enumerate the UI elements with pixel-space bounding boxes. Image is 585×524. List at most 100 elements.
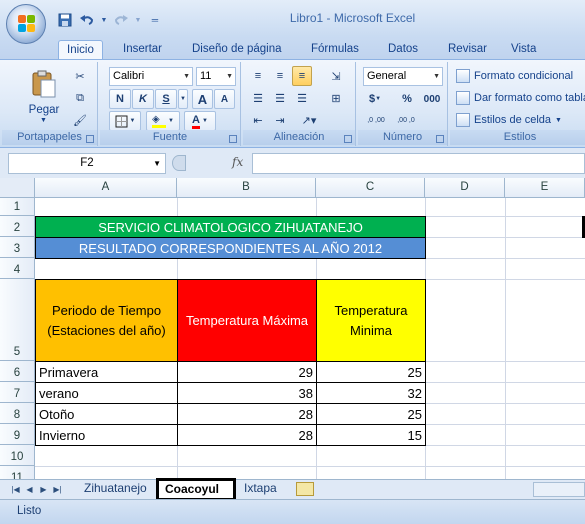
sheet-tab-zihuatanejo[interactable]: Zihuatanejo <box>78 480 153 498</box>
header-max-cell[interactable]: Temperatura Máxima <box>177 279 317 362</box>
tab-insertar[interactable]: Insertar <box>115 40 170 60</box>
shrink-font-button[interactable]: A <box>214 89 235 109</box>
worksheet-grid[interactable]: A B C D E 1 2 3 4 5 6 7 8 9 10 11 SERVIC… <box>0 178 585 479</box>
row-header-11[interactable]: 11 <box>0 466 35 479</box>
decrease-decimal-button[interactable]: ,00 ,0 <box>393 111 419 131</box>
season-cell[interactable]: Primavera <box>35 361 178 383</box>
conditional-format-button[interactable]: Formato condicional <box>456 69 573 83</box>
last-sheet-icon[interactable]: ▶| <box>52 483 63 496</box>
chevron-down-icon: ▼ <box>226 73 233 80</box>
font-name-combo[interactable]: Calibri ▼ <box>109 67 193 86</box>
tab-revisar[interactable]: Revisar <box>440 40 495 60</box>
min-temp-cell[interactable]: 25 <box>316 361 426 383</box>
header-period-cell[interactable]: Periodo de Tiempo (Estaciones del año) <box>35 279 178 362</box>
bold-button[interactable]: N <box>109 89 131 109</box>
row-header-5[interactable]: 5 <box>0 279 35 361</box>
name-box-value: F2 <box>80 157 94 169</box>
office-button[interactable] <box>6 4 46 44</box>
column-header-b[interactable]: B <box>177 178 316 198</box>
decrease-indent-icon[interactable]: ⇤ <box>248 110 268 130</box>
season-cell[interactable]: Invierno <box>35 424 178 446</box>
tab-vista[interactable]: Vista <box>503 40 544 60</box>
percent-button[interactable]: % <box>398 89 416 109</box>
italic-button[interactable]: K <box>132 89 154 109</box>
copy-icon[interactable]: ⧉ <box>70 88 90 108</box>
align-bottom-icon[interactable]: ≡ <box>292 66 312 86</box>
row-header-9[interactable]: 9 <box>0 424 35 445</box>
align-middle-icon[interactable]: ≡ <box>270 66 290 86</box>
max-temp-cell[interactable]: 38 <box>177 382 317 404</box>
max-temp-cell[interactable]: 28 <box>177 424 317 446</box>
format-painter-icon[interactable]: 🖌 <box>70 110 90 130</box>
increase-decimal-button[interactable]: ,0 ,00 <box>363 111 389 131</box>
row-header-10[interactable]: 10 <box>0 445 35 466</box>
season-cell[interactable]: Otoño <box>35 403 178 425</box>
row-header-2[interactable]: 2 <box>0 216 35 237</box>
season-cell[interactable]: verano <box>35 382 178 404</box>
zoom-handle-icon[interactable] <box>172 155 186 171</box>
font-launcher-icon[interactable] <box>229 135 237 143</box>
first-sheet-icon[interactable]: |◀ <box>10 483 21 496</box>
title-cell-row2[interactable]: SERVICIO CLIMATOLOGICO ZIHUATANEJO <box>35 216 426 238</box>
align-center-icon[interactable]: ☰ <box>270 88 290 108</box>
column-header-c[interactable]: C <box>316 178 425 198</box>
cell-styles-label: Estilos de celda <box>474 114 552 126</box>
formula-input[interactable] <box>252 153 585 174</box>
name-box[interactable]: F2 ▼ <box>8 153 166 174</box>
tab-diseno-pagina[interactable]: Diseño de página <box>184 40 290 60</box>
column-header-a[interactable]: A <box>35 178 177 198</box>
sheet-tab-ixtapa[interactable]: Ixtapa <box>238 480 283 498</box>
tab-formulas[interactable]: Fórmulas <box>303 40 367 60</box>
format-as-table-button[interactable]: Dar formato como tabla <box>456 91 585 105</box>
column-header-d[interactable]: D <box>425 178 505 198</box>
clipboard-launcher-icon[interactable] <box>86 135 94 143</box>
next-sheet-icon[interactable]: ▶ <box>38 483 49 496</box>
prev-sheet-icon[interactable]: ◀ <box>24 483 35 496</box>
paste-button[interactable]: Pegar ▼ <box>24 66 64 124</box>
min-temp-cell[interactable]: 15 <box>316 424 426 446</box>
thousands-button[interactable]: 000 <box>420 89 444 109</box>
fill-color-button[interactable]: ◈ ▼ <box>146 111 180 131</box>
alignment-launcher-icon[interactable] <box>344 135 352 143</box>
paste-icon <box>32 70 56 98</box>
align-right-icon[interactable]: ☰ <box>292 88 312 108</box>
min-temp-cell[interactable]: 32 <box>316 382 426 404</box>
sheet-tab-coacoyul[interactable]: Coacoyul <box>156 478 236 501</box>
align-left-icon[interactable]: ☰ <box>248 88 268 108</box>
underline-dropdown-icon[interactable]: ▼ <box>178 89 188 109</box>
title-cell-row3[interactable]: RESULTADO CORRESPONDIENTES AL AÑO 2012 <box>35 237 426 259</box>
number-launcher-icon[interactable] <box>436 135 444 143</box>
paste-label: Pegar <box>28 104 60 116</box>
insert-sheet-icon[interactable] <box>296 482 314 496</box>
align-top-icon[interactable]: ≡ <box>248 66 268 86</box>
tab-inicio[interactable]: Inicio <box>58 40 103 60</box>
select-all-corner[interactable] <box>0 178 35 198</box>
max-temp-cell[interactable]: 28 <box>177 403 317 425</box>
underline-button[interactable]: S <box>155 89 177 109</box>
borders-button[interactable]: ▼ <box>109 111 141 131</box>
font-size-combo[interactable]: 11 ▼ <box>196 67 236 86</box>
cell-styles-button[interactable]: Estilos de celda ▼ <box>456 113 562 127</box>
insert-function-icon[interactable]: fx <box>232 155 243 169</box>
min-temp-cell[interactable]: 25 <box>316 403 426 425</box>
column-header-e[interactable]: E <box>505 178 585 198</box>
cut-icon[interactable]: ✂ <box>70 66 90 86</box>
row-header-1[interactable]: 1 <box>0 198 35 216</box>
grow-font-button[interactable]: A <box>192 89 213 109</box>
orientation-icon[interactable]: ↗▾ <box>295 110 323 130</box>
row-header-6[interactable]: 6 <box>0 361 35 382</box>
row-header-8[interactable]: 8 <box>0 403 35 424</box>
max-temp-cell[interactable]: 29 <box>177 361 317 383</box>
increase-indent-icon[interactable]: ⇥ <box>270 110 290 130</box>
horizontal-scrollbar[interactable] <box>533 482 585 497</box>
row-header-7[interactable]: 7 <box>0 382 35 403</box>
number-format-combo[interactable]: General ▼ <box>363 67 443 86</box>
wrap-text-icon[interactable]: ⇲ <box>322 66 350 86</box>
font-color-button[interactable]: A ▼ <box>184 111 216 131</box>
currency-button[interactable]: $ ▼ <box>363 89 387 109</box>
row-header-3[interactable]: 3 <box>0 237 35 258</box>
merge-center-icon[interactable]: ⊞ <box>322 88 350 108</box>
row-header-4[interactable]: 4 <box>0 258 35 279</box>
header-min-cell[interactable]: Temperatura Minima <box>316 279 426 362</box>
tab-datos[interactable]: Datos <box>380 40 426 60</box>
